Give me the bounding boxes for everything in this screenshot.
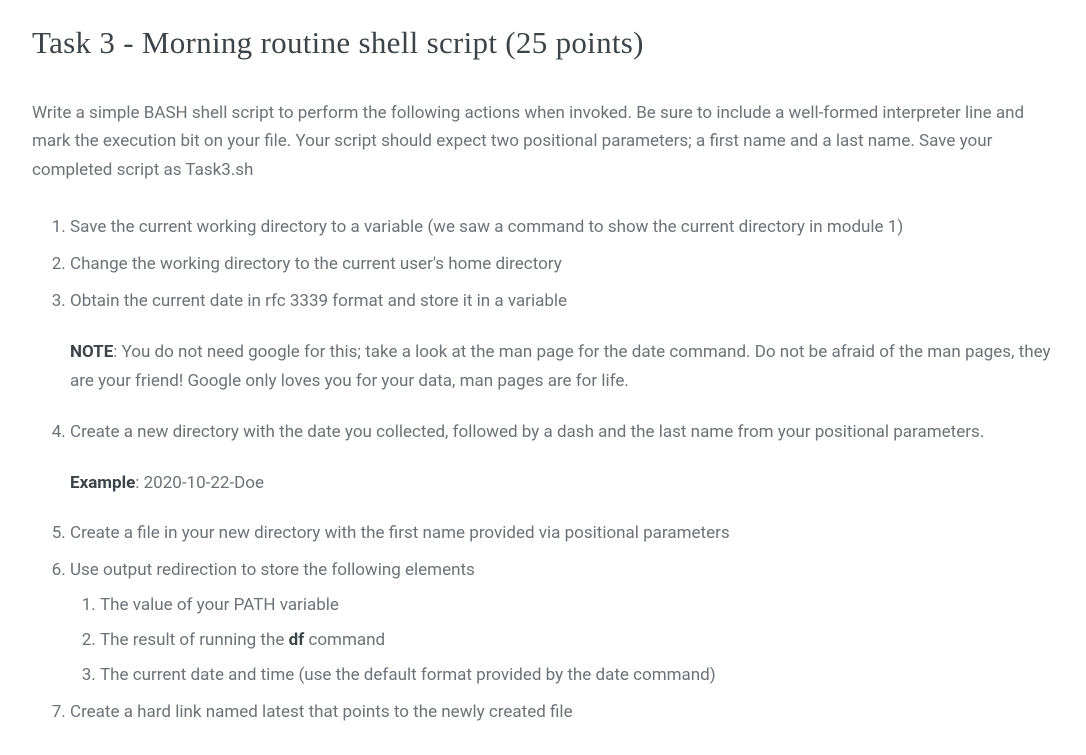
task-title: Task 3 - Morning routine shell script (2…: [32, 20, 1054, 67]
example-block: Example: 2020-10-22-Doe: [70, 469, 1054, 498]
step-1: Save the current working directory to a …: [70, 213, 1054, 242]
step-5: Create a file in your new directory with…: [70, 519, 1054, 548]
step-3-text: Obtain the current date in rfc 3339 form…: [70, 291, 567, 311]
example-label: Example: [70, 473, 135, 493]
step-6-3: The current date and time (use the defau…: [100, 661, 1054, 690]
task-steps-list: Save the current working directory to a …: [32, 213, 1054, 727]
task-intro: Write a simple BASH shell script to perf…: [32, 99, 1054, 186]
step-6-text: Use output redirection to store the foll…: [70, 560, 475, 580]
step-6: Use output redirection to store the foll…: [70, 556, 1054, 690]
note-text: : You do not need google for this; take …: [70, 342, 1051, 391]
step-4-text: Create a new directory with the date you…: [70, 422, 984, 442]
step-7: Create a hard link named latest that poi…: [70, 698, 1054, 727]
step-6-2c: command: [304, 630, 385, 650]
example-text: : 2020-10-22-Doe: [135, 473, 264, 493]
step-3: Obtain the current date in rfc 3339 form…: [70, 287, 1054, 396]
step-2: Change the working directory to the curr…: [70, 250, 1054, 279]
note-label: NOTE: [70, 342, 113, 362]
note-block: NOTE: You do not need google for this; t…: [70, 338, 1054, 396]
df-command: df: [289, 630, 305, 650]
step-6-2: The result of running the df command: [100, 626, 1054, 655]
step-4: Create a new directory with the date you…: [70, 418, 1054, 498]
step-6-1: The value of your PATH variable: [100, 591, 1054, 620]
step-6-2a: The result of running the: [100, 630, 289, 650]
step-6-sublist: The value of your PATH variable The resu…: [70, 591, 1054, 690]
